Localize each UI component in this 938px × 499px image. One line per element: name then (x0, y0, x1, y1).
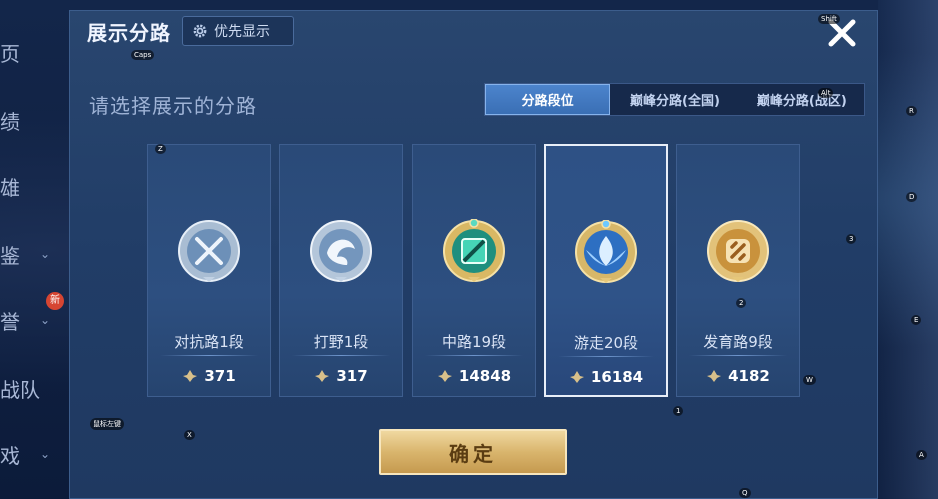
card-divider (558, 356, 654, 357)
tab-peak-lane-region[interactable]: 巅峰分路(战区) (740, 84, 864, 115)
key-hint: 鼠标左键 (90, 418, 124, 430)
tab-peak-lane-national[interactable]: 巅峰分路(全国) (610, 84, 739, 115)
score-row: 371 (148, 367, 270, 385)
confirm-button[interactable]: 确定 (379, 429, 567, 475)
key-hint: W (803, 375, 816, 385)
left-menu-item[interactable]: 戏 (0, 440, 70, 470)
left-menu-item[interactable]: 誉 (0, 306, 70, 336)
card-divider (160, 355, 258, 356)
lane-name: 对抗路1段 (174, 333, 244, 351)
lane-card-mid[interactable]: 中路19段 14848 (412, 144, 536, 397)
gear-icon (193, 24, 207, 38)
lane-score: 16184 (590, 368, 644, 386)
lane-name: 发育路9段 (703, 333, 773, 351)
left-menu-item[interactable]: 页 (0, 38, 70, 68)
chevron-down-icon: ⌄ (40, 247, 51, 261)
lane-score-icon (315, 370, 330, 382)
lane-name: 游走20段 (573, 334, 639, 352)
chevron-down-icon: ⌄ (40, 447, 51, 461)
key-hint: Caps (131, 50, 155, 60)
key-hint: Alt (818, 88, 834, 98)
lane-score-icon (183, 370, 198, 382)
key-hint: R (906, 106, 917, 116)
silver-dragon-emblem-icon (310, 220, 372, 282)
lane-score: 4182 (728, 367, 770, 385)
card-divider (292, 355, 390, 356)
lane-score: 317 (336, 367, 368, 385)
dialog-title: 展示分路 (87, 21, 171, 45)
right-background-decoration (878, 0, 938, 499)
dialog-subtitle: 请选择展示的分路 (89, 94, 257, 118)
card-divider (689, 355, 787, 356)
silver-sword-emblem-icon (178, 220, 240, 282)
key-hint: Z (155, 144, 166, 154)
chevron-down-icon: ⌄ (40, 313, 51, 327)
lane-score: 371 (204, 367, 236, 385)
lane-card-top[interactable]: 对抗路1段 371 (147, 144, 271, 397)
lane-name: 打野1段 (313, 333, 369, 351)
left-menu-item[interactable]: 战队 (0, 374, 70, 404)
dialog-title-bar: 展示分路 优先显示 (70, 11, 877, 57)
left-menu-item[interactable]: 绩 (0, 106, 70, 136)
key-hint: X (184, 430, 195, 440)
key-hint: Shift (818, 14, 840, 24)
lane-score-icon (437, 370, 452, 382)
lane-score: 14848 (458, 367, 512, 385)
priority-display-button[interactable]: 优先显示 (182, 16, 294, 46)
lane-display-dialog: 展示分路 优先显示 请选择展示的分路 分路段位 巅峰分路(全国) 巅峰分路(战区… (69, 10, 878, 499)
lane-score-icon (569, 371, 584, 383)
lane-score-icon (707, 370, 722, 382)
score-row: 317 (280, 367, 402, 385)
blue-wing-emblem-icon (575, 220, 637, 283)
score-row: 14848 (413, 367, 535, 385)
tab-lane-rank[interactable]: 分路段位 (485, 84, 611, 115)
lane-card-jungle[interactable]: 打野1段 317 (279, 144, 403, 397)
lane-card-roam[interactable]: 游走20段 16184 (544, 144, 668, 397)
left-menu-item[interactable]: 鉴 (0, 240, 70, 270)
card-divider (425, 355, 523, 356)
lane-name: 中路19段 (441, 333, 507, 351)
score-row: 4182 (677, 367, 799, 385)
left-menu-item[interactable]: 雄 (0, 172, 70, 202)
lane-card-adc[interactable]: 发育路9段 4182 (676, 144, 800, 397)
priority-display-label: 优先显示 (214, 24, 270, 40)
lane-tab-bar: 分路段位 巅峰分路(全国) 巅峰分路(战区) (484, 83, 865, 116)
score-row: 16184 (546, 368, 666, 386)
green-gold-emblem-icon (443, 219, 505, 282)
left-side-menu: 页 绩 雄 鉴 ⌄ 誉 ⌄ 新 战队 戏 ⌄ (0, 0, 70, 499)
gold-emblem-icon (707, 220, 769, 282)
new-badge: 新 (46, 292, 64, 310)
key-hint: A (916, 450, 927, 460)
key-hint: Q (739, 488, 751, 498)
